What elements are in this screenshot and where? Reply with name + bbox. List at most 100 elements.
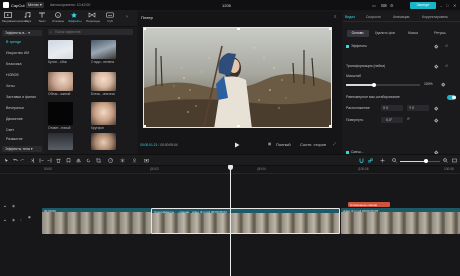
effects-checkbox[interactable] [346, 45, 349, 48]
fullscreen-button[interactable]: Полный [276, 142, 291, 147]
cutout-icon[interactable] [132, 158, 137, 163]
transform-keyframe-icon[interactable] [434, 64, 439, 69]
rotate-icon[interactable]: ⟳ [407, 117, 410, 121]
player-mode-icon[interactable]: ▦ [268, 142, 271, 146]
split-right-icon[interactable] [47, 158, 52, 163]
resize-handle-t[interactable] [237, 28, 240, 30]
position-keyframe-icon[interactable] [434, 106, 439, 111]
video-canvas[interactable] [143, 27, 332, 128]
select-cursor-icon[interactable] [4, 158, 9, 163]
effect-tile-8[interactable] [91, 133, 116, 150]
tab-effects[interactable]: Эффекты [68, 11, 82, 23]
play-button[interactable] [234, 142, 240, 148]
effect-clip[interactable]: Отсвечение сиянии [348, 202, 390, 207]
main-track-audio-icon[interactable]: ♪ [20, 218, 22, 222]
video-clip-1[interactable]: 00:00:00 [42, 208, 151, 234]
shortcut-icon[interactable]: ⌨ [381, 3, 387, 8]
player-menu-icon[interactable]: ≡ [334, 14, 336, 19]
maximize-icon[interactable]: □ [446, 3, 448, 8]
tab-transitions[interactable]: Переходы [86, 11, 100, 23]
effect-tile-2[interactable] [91, 40, 116, 59]
subtab-basic[interactable]: Основн. [347, 30, 369, 37]
tab-animation[interactable]: Анимация [393, 15, 409, 19]
category-item-ai-art[interactable]: Искусство ИИ [6, 51, 29, 55]
close-icon[interactable]: ✕ [453, 3, 456, 8]
effect-tile-4[interactable] [91, 72, 116, 91]
tab-text[interactable]: Текст [36, 11, 48, 23]
playhead-handle[interactable] [228, 165, 233, 170]
track-lock-icon[interactable]: 🔒︎ [4, 204, 6, 208]
category-item-party[interactable]: Вечеринки [6, 106, 24, 110]
rotate-input[interactable]: 0,0° [381, 117, 403, 123]
scale-keyframe-icon[interactable] [441, 82, 446, 87]
layout-icon[interactable]: ▭ [372, 3, 376, 8]
crop-icon[interactable] [96, 158, 101, 163]
rotate-keyframe-icon[interactable] [434, 118, 439, 123]
resize-handle-tl[interactable] [144, 28, 146, 30]
video-clip-3[interactable]: video (1).mp4 00:00:05:05 [341, 208, 460, 234]
effects-category-header[interactable]: Эффекты в... ▾ [2, 30, 42, 36]
marker-icon[interactable] [66, 158, 71, 163]
magnet-icon[interactable] [359, 158, 364, 163]
position-x-input[interactable]: X 0 [381, 105, 403, 111]
settings-icon[interactable]: ⚙ [390, 3, 394, 8]
redo-icon[interactable] [20, 158, 25, 163]
transform-reset-icon[interactable]: ↺ [445, 64, 448, 68]
category-item-new[interactable]: НОВОЕ [6, 73, 19, 77]
tab-adjust[interactable]: Корректировать [422, 15, 448, 19]
track-visibility-icon[interactable]: ◉ [12, 204, 15, 208]
main-menu-button[interactable]: Меню ▾ [26, 2, 44, 8]
playhead[interactable] [230, 166, 231, 276]
subtab-retouch[interactable]: Ретушь [429, 30, 451, 37]
delete-icon[interactable] [56, 158, 61, 163]
category-item-classic[interactable]: Классика [6, 62, 21, 66]
zoom-in-icon[interactable] [443, 158, 448, 163]
scale-value[interactable]: 100% [424, 82, 433, 86]
split-icon[interactable] [31, 158, 36, 163]
aspect-ratio-button[interactable]: Соотн. сторон [300, 142, 326, 147]
fit-timeline-icon[interactable] [452, 158, 457, 163]
link-icon[interactable] [368, 158, 373, 163]
tab-stickers[interactable]: Стикеры [52, 11, 64, 23]
minimize-icon[interactable]: – [440, 3, 442, 8]
freeze-icon[interactable] [120, 158, 125, 163]
effect-tile-3[interactable] [48, 72, 73, 91]
effect-tile-7[interactable] [48, 133, 73, 150]
effect-tile-5[interactable] [48, 102, 73, 125]
position-y-input[interactable]: Y 0 [407, 105, 429, 111]
camera-tracking-icon[interactable] [144, 158, 149, 163]
category-item-hits[interactable]: Хиты [6, 84, 15, 88]
subtab-remove-bg[interactable]: Удалить фон [370, 30, 400, 37]
effects-search-input[interactable]: ⌕ Поиск эффектов [48, 29, 133, 35]
uniform-scale-toggle[interactable] [447, 95, 456, 100]
effect-tile-6[interactable] [91, 102, 116, 125]
speed-icon[interactable] [108, 158, 113, 163]
tab-video[interactable]: Видео [345, 15, 355, 19]
category-item-intros[interactable]: Заставки и финал [6, 95, 36, 99]
subtab-mask[interactable]: Маска [403, 30, 423, 37]
toolbar-more-icon[interactable]: › [126, 14, 128, 20]
main-track-lock-icon[interactable]: 🔒︎ [4, 218, 6, 222]
preview-axis-icon[interactable] [380, 158, 385, 163]
category-item-motion[interactable]: Движение [6, 117, 23, 121]
tab-captions[interactable]: Суб [104, 11, 116, 23]
expand-icon[interactable]: ⤢ [333, 142, 336, 146]
body-effects-header[interactable]: Эффекты тела ▾ [2, 146, 42, 152]
mirror-icon[interactable] [76, 158, 81, 163]
category-item-light[interactable]: Свет [6, 128, 14, 132]
video-clip-2[interactable]: Спецэффекты · ...сияние · video (1).mp4 … [151, 208, 340, 234]
effect-tile-1[interactable] [48, 40, 73, 59]
effects-keyframe-icon[interactable] [434, 44, 439, 49]
cover-label[interactable]: ▣ [28, 216, 31, 219]
export-button[interactable]: Экспорт [410, 1, 436, 9]
zoom-slider-thumb[interactable] [424, 159, 428, 163]
project-name[interactable]: 1205 [222, 3, 231, 8]
category-item-trending[interactable]: В тренде [6, 40, 21, 44]
rotate-clip-icon[interactable] [86, 158, 91, 163]
tab-audio[interactable]: Звук [22, 11, 34, 23]
category-item-blur[interactable]: Размытие [6, 137, 23, 141]
split-left-icon[interactable] [39, 158, 44, 163]
undo-icon[interactable] [13, 158, 18, 163]
zoom-slider[interactable] [400, 159, 440, 163]
tab-media[interactable]: Медиаматериалы [2, 11, 27, 23]
